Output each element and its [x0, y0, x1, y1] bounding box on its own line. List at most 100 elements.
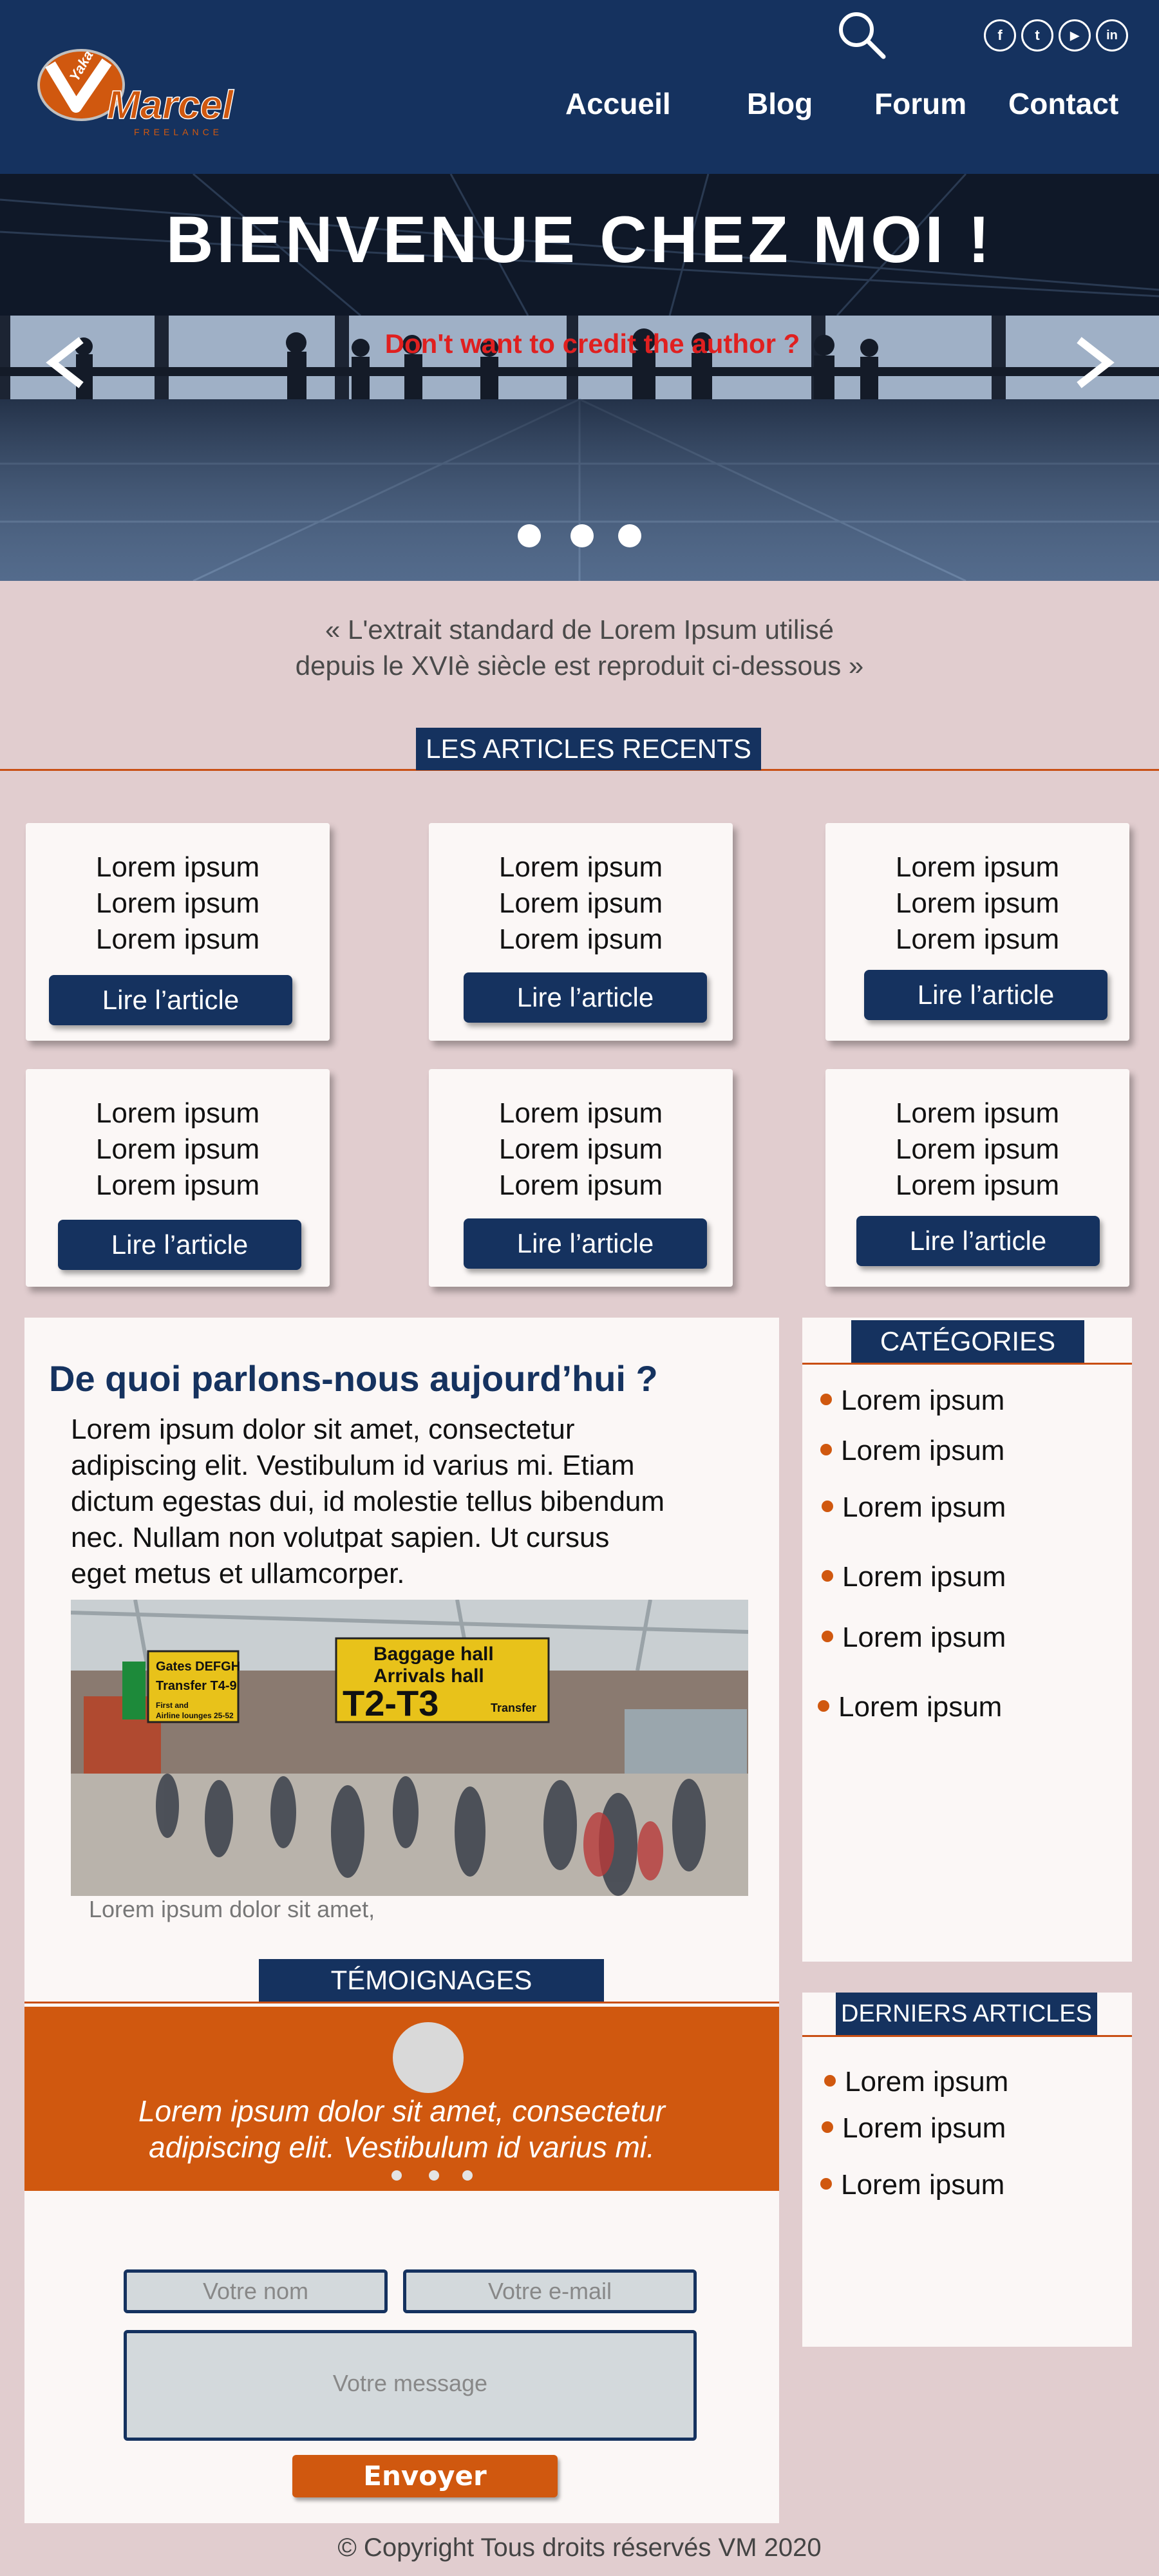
youtube-icon[interactable]: ▶ — [1059, 19, 1091, 52]
card-line: Lorem ipsum — [95, 1133, 260, 1165]
card-line: Lorem ipsum — [895, 851, 1060, 883]
latest-article-item[interactable]: Lorem ipsum — [820, 2169, 1004, 2201]
twitter-icon[interactable]: t — [1021, 19, 1053, 52]
quote-line: adipiscing elit. Vestibulum id varius mi… — [149, 2130, 655, 2164]
section-divider — [802, 2035, 1132, 2037]
intro-line-1: « L'extrait standard de Lorem Ipsum util… — [325, 614, 834, 645]
main-article-title: De quoi parlons-nous aujourd’hui ? — [49, 1358, 658, 1399]
photo-caption: Lorem ipsum dolor sit amet, — [89, 1896, 375, 1922]
latest-article-item[interactable]: Lorem ipsum — [824, 2066, 1008, 2098]
slider-dot-3[interactable] — [618, 524, 641, 547]
bullet-icon — [822, 2121, 833, 2134]
bullet-icon — [822, 1570, 833, 1582]
name-field[interactable]: Votre nom — [124, 2269, 388, 2313]
nav-accueil[interactable]: Accueil — [565, 86, 671, 121]
bullet-icon — [824, 2075, 836, 2087]
testimonial-dot-2[interactable] — [429, 2170, 439, 2181]
category-item[interactable]: Lorem ipsum — [822, 1561, 1006, 1593]
main-article-body: Lorem ipsum dolor sit amet, consectetur … — [71, 1412, 753, 1592]
read-article-button[interactable]: Lire l’article — [856, 1216, 1100, 1266]
nav-blog[interactable]: Blog — [747, 86, 813, 121]
article-card: Lorem ipsum Lorem ipsum Lorem ipsum Lire… — [429, 823, 733, 1041]
testimonial-dot-1[interactable] — [391, 2170, 402, 2181]
card-line: Lorem ipsum — [498, 1133, 663, 1165]
latest-article-item[interactable]: Lorem ipsum — [822, 2112, 1006, 2145]
sign-airline: Airline lounges 25-52 — [156, 1711, 234, 1720]
hero-title: BIENVENUE CHEZ MOI ! — [165, 203, 994, 276]
article-photo: Gates DEFGH Transfer T4-9 First and Airl… — [71, 1600, 748, 1896]
nav-contact[interactable]: Contact — [1008, 86, 1118, 121]
card-line: Lorem ipsum — [498, 887, 663, 919]
card-line: Lorem ipsum — [95, 1097, 260, 1129]
card-line: Lorem ipsum — [895, 887, 1060, 919]
bullet-icon — [818, 1700, 829, 1712]
bullet-icon — [820, 1444, 832, 1456]
airport-photo: Gates DEFGH Transfer T4-9 First and Airl… — [71, 1600, 748, 1896]
read-article-button[interactable]: Lire l’article — [464, 1218, 707, 1269]
submit-button[interactable]: Envoyer — [292, 2455, 558, 2497]
bullet-icon — [820, 1394, 832, 1406]
card-line: Lorem ipsum — [95, 887, 260, 919]
facebook-icon[interactable]: f — [984, 19, 1016, 52]
sign-gates: Gates DEFGH — [156, 1660, 240, 1674]
testimonial-dot-3[interactable] — [462, 2170, 473, 2181]
category-item[interactable]: Lorem ipsum — [822, 1622, 1006, 1654]
logo-sub-text: FREELANCE — [134, 127, 223, 137]
sign-baggage: Baggage hall — [373, 1643, 494, 1665]
avatar — [393, 2022, 464, 2093]
category-item[interactable]: Lorem ipsum — [820, 1435, 1004, 1467]
read-article-button[interactable]: Lire l’article — [464, 972, 707, 1023]
hero-slider: BIENVENUE CHEZ MOI ! Don't want to credi… — [0, 174, 1159, 581]
card-line: Lorem ipsum — [498, 1097, 663, 1129]
latest-articles-heading: DERNIERS ARTICLES — [836, 1993, 1097, 2035]
search-icon — [839, 12, 886, 59]
card-line: Lorem ipsum — [498, 1170, 663, 1201]
logo-main-text: Marcel — [107, 83, 234, 128]
search-button[interactable] — [836, 9, 887, 61]
message-field[interactable]: Votre message — [124, 2330, 697, 2441]
category-item[interactable]: Lorem ipsum — [820, 1385, 1004, 1417]
bullet-icon — [820, 2178, 832, 2190]
body-line: Lorem ipsum dolor sit amet, consectetur — [71, 1414, 575, 1445]
linkedin-icon[interactable]: in — [1096, 19, 1128, 52]
bullet-icon — [822, 1501, 833, 1513]
card-line: Lorem ipsum — [95, 923, 260, 955]
quote-line: Lorem ipsum dolor sit amet, consectetur — [138, 2094, 666, 2128]
section-divider — [802, 1363, 1132, 1365]
read-article-button[interactable]: Lire l’article — [864, 970, 1107, 1020]
article-card: Lorem ipsum Lorem ipsum Lorem ipsum Lire… — [825, 823, 1129, 1041]
testimonials-heading: TÉMOIGNAGES — [259, 1959, 604, 2002]
card-line: Lorem ipsum — [498, 851, 663, 883]
logo-mark: Yaka Marcel FREELANCE — [37, 48, 235, 137]
body-line: nec. Nullam non volutpat sapien. Ut curs… — [71, 1522, 610, 1553]
sign-first: First and — [156, 1701, 189, 1710]
card-line: Lorem ipsum — [95, 851, 260, 883]
slider-next-button[interactable] — [1066, 327, 1124, 398]
category-item[interactable]: Lorem ipsum — [818, 1691, 1002, 1723]
recent-articles-heading: LES ARTICLES RECENTS — [416, 728, 761, 770]
body-line: dictum egestas dui, id molestie tellus b… — [71, 1486, 665, 1517]
card-line: Lorem ipsum — [895, 923, 1060, 955]
body-line: adipiscing elit. Vestibulum id varius mi… — [71, 1450, 635, 1481]
read-article-button[interactable]: Lire l’article — [49, 975, 292, 1025]
hero-credit: Don't want to credit the author ? — [384, 328, 800, 359]
email-field[interactable]: Votre e-mail — [403, 2269, 697, 2313]
card-line: Lorem ipsum — [895, 1097, 1060, 1129]
slider-prev-button[interactable] — [36, 327, 94, 398]
slider-dot-2[interactable] — [570, 524, 594, 547]
chevron-right-icon — [1077, 337, 1115, 388]
card-line: Lorem ipsum — [95, 1170, 260, 1201]
read-article-button[interactable]: Lire l’article — [58, 1220, 301, 1270]
nav-forum[interactable]: Forum — [874, 86, 966, 121]
intro-line-2: depuis le XVIè siècle est reproduit ci-d… — [295, 650, 864, 681]
article-card: Lorem ipsum Lorem ipsum Lorem ipsum Lire… — [26, 823, 330, 1041]
intro-quote: « L'extrait standard de Lorem Ipsum util… — [0, 612, 1159, 684]
slider-dot-1[interactable] — [518, 524, 541, 547]
article-card: Lorem ipsum Lorem ipsum Lorem ipsum Lire… — [26, 1069, 330, 1287]
card-line: Lorem ipsum — [895, 1170, 1060, 1201]
site-logo[interactable]: Yaka Marcel FREELANCE — [31, 45, 237, 142]
article-card: Lorem ipsum Lorem ipsum Lorem ipsum Lire… — [429, 1069, 733, 1287]
category-item[interactable]: Lorem ipsum — [822, 1492, 1006, 1524]
chevron-left-icon — [46, 337, 84, 388]
testimonial-quote: Lorem ipsum dolor sit amet, consectetur … — [24, 2093, 779, 2165]
